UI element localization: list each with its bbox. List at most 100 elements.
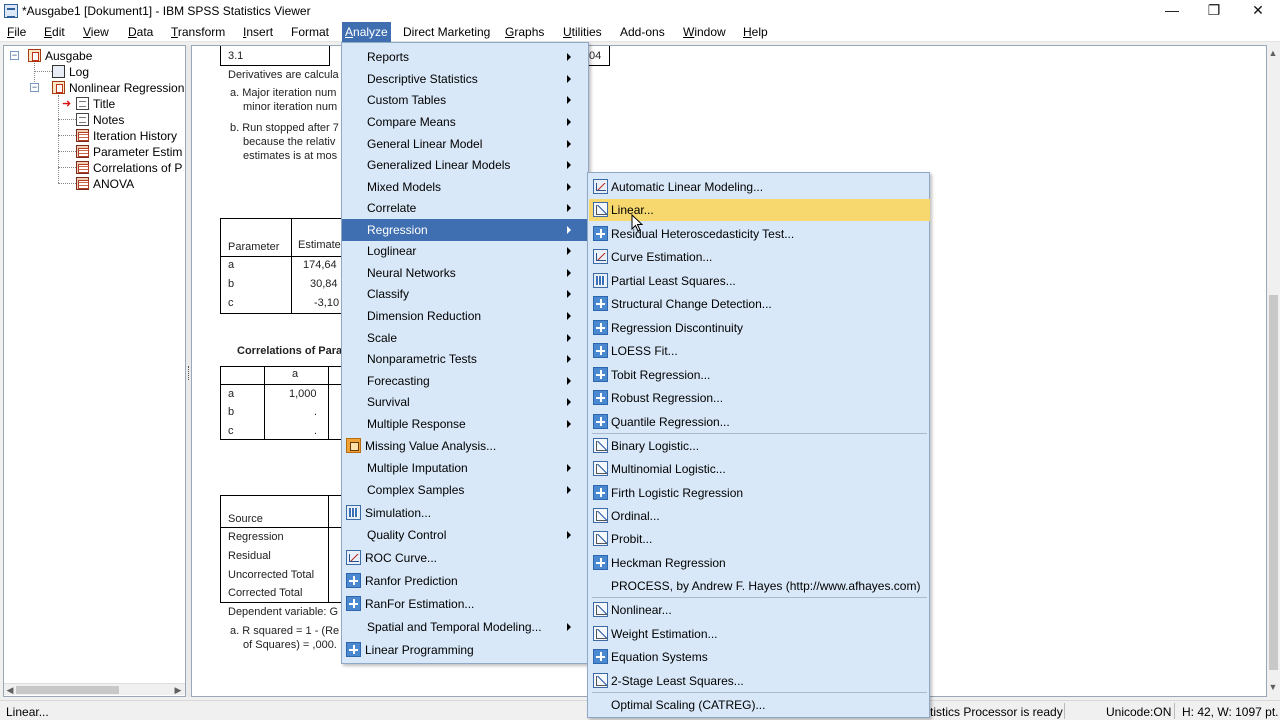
- regression-process-by-andrew-f-hayes[interactable]: PROCESS, by Andrew F. Hayes (http://www.…: [589, 575, 930, 597]
- regression-partial-least-squares[interactable]: Partial Least Squares...: [589, 270, 930, 292]
- table-icon: [76, 161, 89, 174]
- regression-robust-regression[interactable]: Robust Regression...: [589, 387, 930, 409]
- corr-row-a-value: 1,000: [289, 388, 317, 400]
- scrollbar-thumb[interactable]: [16, 686, 119, 694]
- regression-heckman-regression[interactable]: Heckman Regression: [589, 552, 930, 574]
- scroll-left-icon[interactable]: ◀: [4, 684, 16, 696]
- scroll-up-icon[interactable]: ▲: [1267, 47, 1279, 59]
- menu-format[interactable]: Format: [288, 25, 332, 40]
- analyze-loglinear[interactable]: Loglinear: [342, 240, 588, 262]
- scrollbar-thumb[interactable]: [1269, 295, 1278, 670]
- analyze-compare-means[interactable]: Compare Means: [342, 111, 588, 133]
- menu-add-ons[interactable]: Add-ons: [617, 25, 668, 40]
- analyze-complex-samples[interactable]: Complex Samples: [342, 479, 588, 501]
- tree-item-log[interactable]: Log: [69, 65, 89, 79]
- analyze-quality-control[interactable]: Quality Control: [342, 524, 588, 546]
- regression-firth-logistic-regression[interactable]: Firth Logistic Regression: [589, 482, 930, 504]
- menu-edit[interactable]: Edit: [41, 25, 68, 40]
- submenu-arrow-icon: [567, 140, 571, 148]
- analyze-correlate[interactable]: Correlate: [342, 197, 588, 219]
- regression-multinomial-logistic[interactable]: Multinomial Logistic...: [589, 458, 930, 480]
- analyze-mixed-models[interactable]: Mixed Models: [342, 176, 588, 198]
- analyze-ranfor-prediction[interactable]: Ranfor Prediction: [342, 570, 588, 592]
- anova-row-regression: Regression: [228, 531, 284, 543]
- analyze-multiple-imputation[interactable]: Multiple Imputation: [342, 457, 588, 479]
- analyze-simulation[interactable]: Simulation...: [342, 502, 588, 524]
- tree-item-anova[interactable]: ANOVA: [93, 177, 183, 191]
- regression-2-stage-least-squares[interactable]: 2-Stage Least Squares...: [589, 670, 930, 692]
- analyze-regression[interactable]: Regression: [342, 219, 588, 241]
- menu-window[interactable]: Window: [680, 25, 729, 40]
- content-vertical-scrollbar[interactable]: ▲ ▼: [1267, 45, 1280, 697]
- menu-utilities[interactable]: Utilities: [560, 25, 605, 40]
- analyze-dimension-reduction[interactable]: Dimension Reduction: [342, 305, 588, 327]
- regression-weight-estimation[interactable]: Weight Estimation...: [589, 623, 930, 645]
- dimensions-status: H: 42, W: 1097 pt.: [1182, 705, 1279, 719]
- regression-regression-discontinuity[interactable]: Regression Discontinuity: [589, 317, 930, 339]
- analyze-roc-curve[interactable]: ROC Curve...: [342, 547, 588, 569]
- analyze-classify[interactable]: Classify: [342, 283, 588, 305]
- menu-help[interactable]: Help: [740, 25, 771, 40]
- analyze-general-linear-model[interactable]: General Linear Model: [342, 133, 588, 155]
- regression-probit[interactable]: Probit...: [589, 528, 930, 550]
- tree-item-parameter-estimates[interactable]: Parameter Estima: [93, 145, 183, 159]
- analyze-survival[interactable]: Survival: [342, 391, 588, 413]
- scroll-right-icon[interactable]: ▶: [172, 684, 184, 696]
- analyze-spatial-and-temporal-modeling[interactable]: Spatial and Temporal Modeling...: [342, 616, 588, 638]
- analyze-reports[interactable]: Reports: [342, 46, 588, 68]
- analyze-descriptive-statistics[interactable]: Descriptive Statistics: [342, 68, 588, 90]
- tree-item-nonlinear-regression[interactable]: Nonlinear Regression: [69, 81, 184, 95]
- menu-separator: [592, 433, 927, 434]
- regression-curve-estimation[interactable]: Curve Estimation...: [589, 246, 930, 268]
- regression-automatic-linear-modeling[interactable]: Automatic Linear Modeling...: [589, 176, 930, 198]
- analyze-multiple-response[interactable]: Multiple Response: [342, 413, 588, 435]
- collapse-toggle[interactable]: −: [30, 83, 39, 92]
- regression-loess-fit[interactable]: LOESS Fit...: [589, 340, 930, 362]
- menu-insert[interactable]: Insert: [240, 25, 276, 40]
- regression-optimal-scaling[interactable]: Optimal Scaling (CATREG)...: [589, 694, 930, 716]
- tree-item-title[interactable]: Title: [93, 97, 183, 111]
- analyze-nonparametric-tests[interactable]: Nonparametric Tests: [342, 348, 588, 370]
- regression-nonlinear[interactable]: Nonlinear...: [589, 599, 930, 621]
- splitter-grip-icon[interactable]: [188, 366, 190, 380]
- analyze-neural-networks[interactable]: Neural Networks: [342, 262, 588, 284]
- regression-tobit-regression[interactable]: Tobit Regression...: [589, 364, 930, 386]
- regression-ordinal[interactable]: Ordinal...: [589, 505, 930, 527]
- analyze-ranfor-estimation[interactable]: RanFor Estimation...: [342, 593, 588, 615]
- lin-icon: [593, 602, 608, 617]
- menu-analyze[interactable]: Analyze: [342, 22, 391, 42]
- anova-row-corrected-total: Corrected Total: [228, 587, 303, 599]
- tree-item-ausgabe[interactable]: Ausgabe: [45, 49, 92, 63]
- close-button[interactable]: ✕: [1236, 0, 1280, 20]
- regression-equation-systems[interactable]: Equation Systems: [589, 646, 930, 668]
- menu-file[interactable]: File: [4, 25, 29, 40]
- r-squared-note-line2: of Squares) = ,000.: [243, 639, 337, 651]
- menu-data[interactable]: Data: [125, 25, 156, 40]
- collapse-toggle[interactable]: −: [10, 51, 19, 60]
- regression-structural-change-detection[interactable]: Structural Change Detection...: [589, 293, 930, 315]
- regression-quantile-regression[interactable]: Quantile Regression...: [589, 411, 930, 433]
- scroll-down-icon[interactable]: ▼: [1267, 681, 1279, 693]
- menu-direct-marketing[interactable]: Direct Marketing: [400, 25, 493, 40]
- menu-transform[interactable]: Transform: [168, 25, 228, 40]
- analyze-linear-programming[interactable]: Linear Programming: [342, 639, 588, 661]
- analyze-generalized-linear-models[interactable]: Generalized Linear Models: [342, 154, 588, 176]
- outline-horizontal-scrollbar[interactable]: ◀ ▶: [4, 683, 185, 695]
- anova-row-uncorrected-total: Uncorrected Total: [228, 569, 315, 581]
- analyze-missing-value-analysis[interactable]: Missing Value Analysis...: [342, 435, 588, 457]
- tree-item-iteration-history[interactable]: Iteration History: [93, 129, 183, 143]
- analyze-forecasting[interactable]: Forecasting: [342, 370, 588, 392]
- regression-binary-logistic[interactable]: Binary Logistic...: [589, 435, 930, 457]
- analyze-custom-tables[interactable]: Custom Tables: [342, 89, 588, 111]
- restore-button[interactable]: ❐: [1192, 0, 1236, 20]
- tree-item-notes[interactable]: Notes: [93, 113, 183, 127]
- minimize-button[interactable]: —: [1150, 0, 1194, 20]
- estimate-header: Estimate: [298, 239, 341, 251]
- submenu-arrow-icon: [567, 623, 571, 631]
- menu-view[interactable]: View: [80, 25, 112, 40]
- corr-row-b-value: .: [314, 406, 318, 418]
- analyze-scale[interactable]: Scale: [342, 327, 588, 349]
- menu-graphs[interactable]: Graphs: [502, 25, 547, 40]
- tree-item-correlations[interactable]: Correlations of Pa: [93, 161, 183, 175]
- notes-doc-icon: [76, 113, 89, 126]
